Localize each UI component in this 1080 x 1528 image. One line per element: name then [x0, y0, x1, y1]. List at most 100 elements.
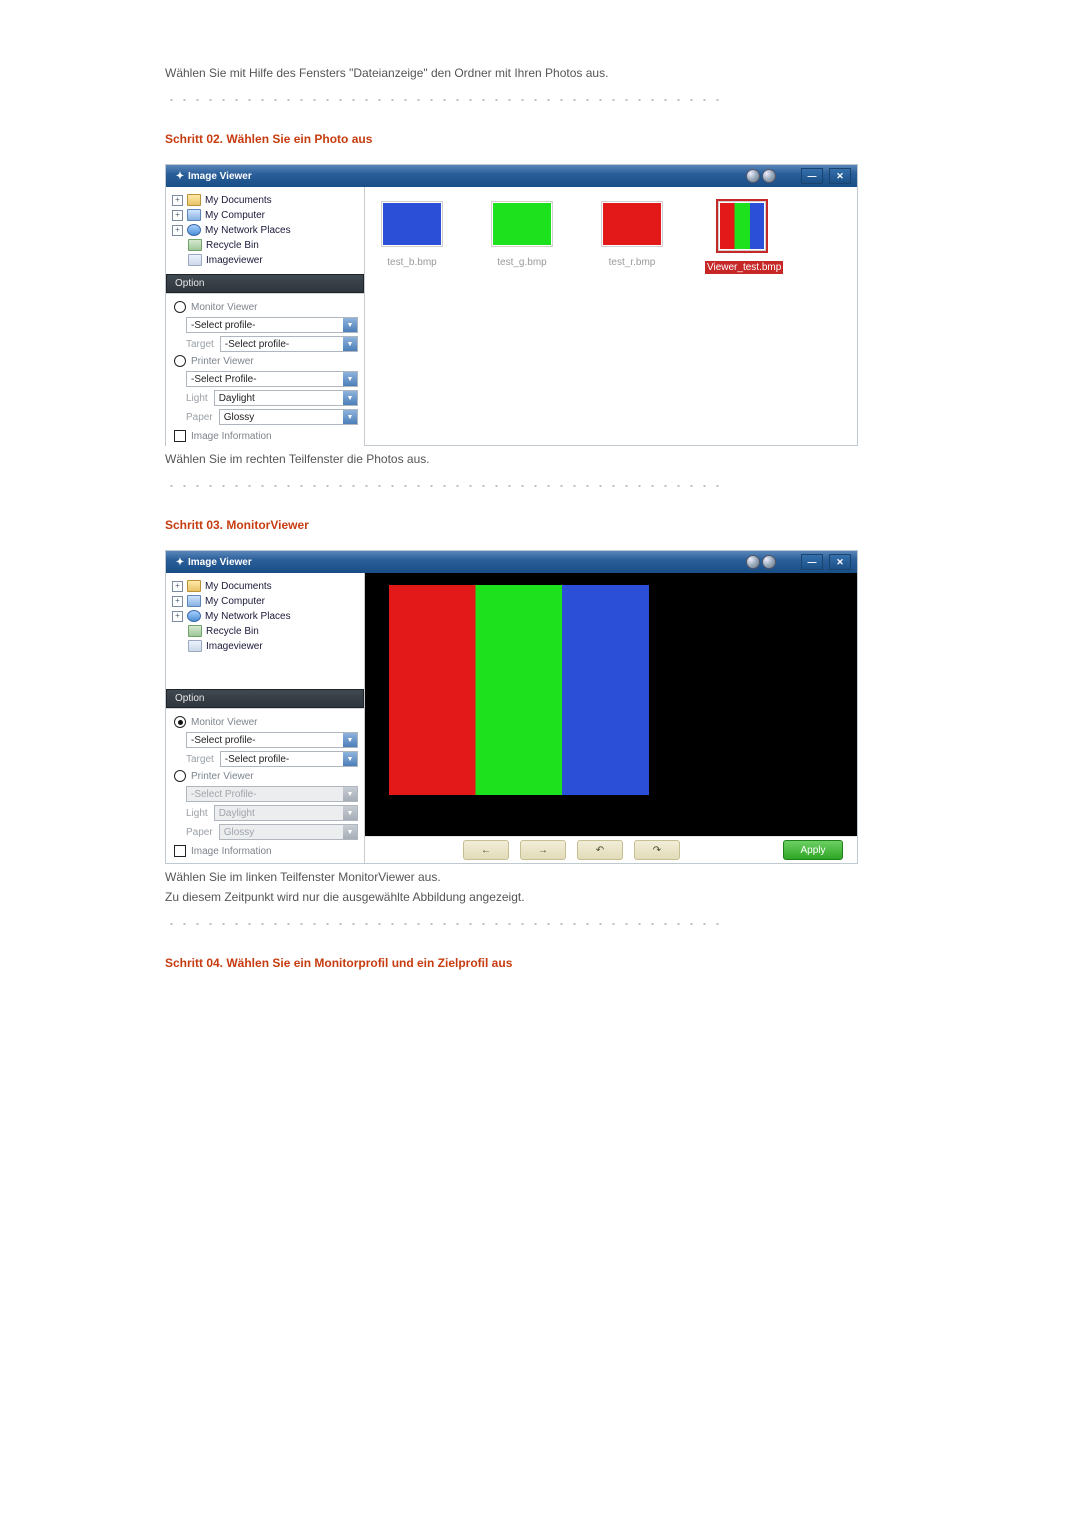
expand-icon[interactable]: + — [172, 210, 183, 221]
computer-icon — [187, 209, 201, 221]
prev-button[interactable]: ← — [463, 840, 509, 860]
target-label: Target — [186, 339, 214, 350]
thumbnail-pane: test_b.bmp test_g.bmp test_r.bmp Viewer_… — [365, 187, 857, 445]
left-pane: + My Documents + My Computer + My Network P… — [166, 187, 365, 445]
tree-my-computer[interactable]: My Computer — [205, 596, 265, 607]
option-header: Option — [166, 274, 364, 293]
tree-network-places[interactable]: My Network Places — [205, 611, 291, 622]
step2-title: Schritt 02. Wählen Sie ein Photo aus — [165, 132, 1035, 146]
step4-title: Schritt 04. Wählen Sie ein Monitorprofil… — [165, 956, 1035, 970]
step3-caption-1: Wählen Sie im linken Teilfenster Monitor… — [165, 870, 1035, 884]
printer-profile-select: -Select Profile-▼ — [186, 786, 358, 802]
tree-recycle-bin[interactable]: Recycle Bin — [206, 626, 259, 637]
screenshot-step3: ✦ Image Viewer — ✕ + My Documents + My Com… — [165, 550, 858, 864]
thumb-test-g[interactable]: test_g.bmp — [485, 201, 559, 274]
step3-title: Schritt 03. MonitorViewer — [165, 518, 1035, 532]
tree-imageviewer[interactable]: Imageviewer — [206, 255, 263, 266]
recycle-icon — [188, 239, 202, 251]
folder-icon — [188, 640, 202, 652]
folder-icon — [187, 194, 201, 206]
tree-my-documents[interactable]: My Documents — [205, 581, 272, 592]
option-panel: Monitor Viewer -Select profile-▼ Target … — [166, 293, 364, 448]
image-info-checkbox[interactable] — [174, 430, 186, 442]
paper-label: Paper — [186, 827, 213, 838]
monitor-profile-select[interactable]: -Select profile-▼ — [186, 317, 358, 333]
chevron-down-icon: ▼ — [343, 372, 357, 386]
monitor-viewer-label: Monitor Viewer — [191, 717, 258, 728]
chevron-down-icon: ▼ — [343, 391, 357, 405]
radio-printer-viewer[interactable] — [174, 355, 186, 367]
step2-caption: Wählen Sie im rechten Teilfenster die Ph… — [165, 452, 1035, 466]
image-info-checkbox[interactable] — [174, 845, 186, 857]
rotate-cw-button[interactable]: ↷ — [634, 840, 680, 860]
expand-icon[interactable]: + — [172, 225, 183, 236]
option-header: Option — [166, 689, 364, 708]
app-icon: ✦ — [172, 168, 188, 184]
apply-button[interactable]: Apply — [783, 840, 843, 860]
light-label: Light — [186, 808, 208, 819]
thumb-test-b[interactable]: test_b.bmp — [375, 201, 449, 274]
thumb-viewer-test[interactable]: Viewer_test.bmp — [705, 201, 779, 274]
light-label: Light — [186, 393, 208, 404]
target-label: Target — [186, 754, 214, 765]
radio-printer-viewer[interactable] — [174, 770, 186, 782]
folder-icon — [187, 580, 201, 592]
tree-my-computer[interactable]: My Computer — [205, 210, 265, 221]
paper-select[interactable]: Glossy▼ — [219, 409, 358, 425]
image-info-label: Image Information — [191, 431, 272, 442]
chevron-down-icon: ▼ — [343, 825, 357, 839]
paper-select: Glossy▼ — [219, 824, 358, 840]
minimize-button[interactable]: — — [801, 168, 823, 184]
step3-caption-2: Zu diesem Zeitpunkt wird nur die ausgewä… — [165, 890, 1035, 904]
expand-icon[interactable]: + — [172, 611, 183, 622]
window-title: Image Viewer — [188, 557, 252, 568]
close-button[interactable]: ✕ — [829, 554, 851, 570]
close-button[interactable]: ✕ — [829, 168, 851, 184]
folder-icon — [188, 254, 202, 266]
tree-imageviewer[interactable]: Imageviewer — [206, 641, 263, 652]
chevron-down-icon: ▼ — [343, 733, 357, 747]
divider — [165, 98, 725, 102]
next-button[interactable]: → — [520, 840, 566, 860]
expand-icon[interactable]: + — [172, 596, 183, 607]
folder-tree[interactable]: + My Documents + My Computer + My Network P… — [166, 187, 364, 274]
chevron-down-icon: ▼ — [343, 318, 357, 332]
expand-icon[interactable]: + — [172, 581, 183, 592]
recycle-icon — [188, 625, 202, 637]
app-icon: ✦ — [172, 554, 188, 570]
radio-monitor-viewer[interactable] — [174, 716, 186, 728]
help-icon[interactable] — [746, 555, 760, 569]
image-viewer — [365, 573, 857, 836]
thumb-test-r[interactable]: test_r.bmp — [595, 201, 669, 274]
minimize-button[interactable]: — — [801, 554, 823, 570]
rotate-ccw-button[interactable]: ↶ — [577, 840, 623, 860]
folder-tree[interactable]: + My Documents + My Computer + My Network P… — [166, 573, 364, 689]
chevron-down-icon: ▼ — [343, 337, 357, 351]
paper-label: Paper — [186, 412, 213, 423]
radio-monitor-viewer[interactable] — [174, 301, 186, 313]
intro-text: Wählen Sie mit Hilfe des Fensters "Datei… — [165, 66, 1035, 80]
monitor-viewer-label: Monitor Viewer — [191, 302, 258, 313]
light-select[interactable]: Daylight▼ — [214, 390, 358, 406]
tree-recycle-bin[interactable]: Recycle Bin — [206, 240, 259, 251]
window-titlebar: ✦ Image Viewer — ✕ — [166, 165, 857, 187]
chevron-down-icon: ▼ — [343, 410, 357, 424]
left-pane: + My Documents + My Computer + My Network P… — [166, 573, 365, 863]
printer-profile-select[interactable]: -Select Profile-▼ — [186, 371, 358, 387]
about-icon[interactable] — [762, 555, 776, 569]
printer-viewer-label: Printer Viewer — [191, 356, 254, 367]
computer-icon — [187, 595, 201, 607]
printer-viewer-label: Printer Viewer — [191, 771, 254, 782]
target-profile-select[interactable]: -Select profile-▼ — [220, 751, 358, 767]
about-icon[interactable] — [762, 169, 776, 183]
help-icon[interactable] — [746, 169, 760, 183]
divider — [165, 484, 725, 488]
monitor-profile-select[interactable]: -Select profile-▼ — [186, 732, 358, 748]
preview-image — [389, 585, 649, 795]
target-profile-select[interactable]: -Select profile-▼ — [220, 336, 358, 352]
tree-network-places[interactable]: My Network Places — [205, 225, 291, 236]
tree-my-documents[interactable]: My Documents — [205, 195, 272, 206]
expand-icon[interactable]: + — [172, 195, 183, 206]
viewer-toolbar: ← → ↶ ↷ Apply — [365, 836, 857, 863]
screenshot-step2: ✦ Image Viewer — ✕ + My Documents + My Com… — [165, 164, 858, 446]
